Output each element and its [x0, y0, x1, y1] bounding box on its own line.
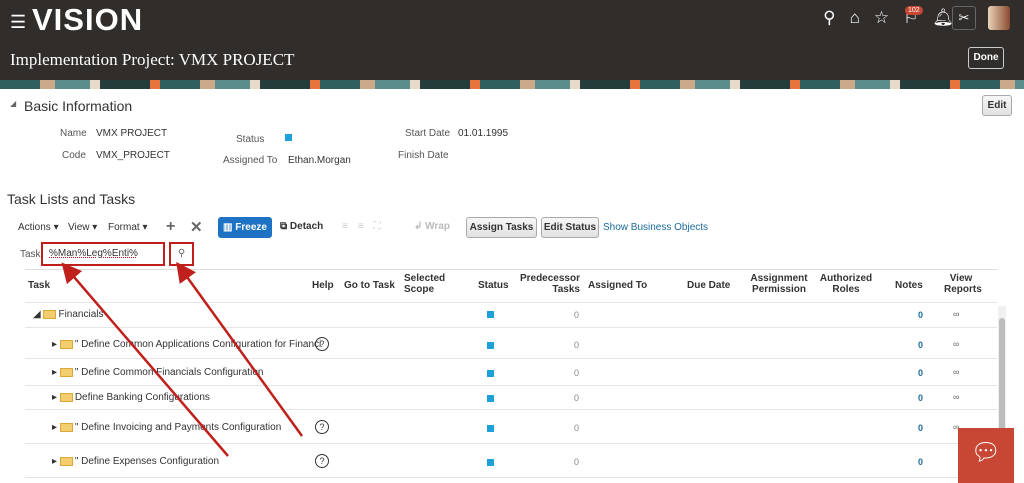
annotation-arrows: [61, 261, 304, 457]
annotation-arrow: [176, 261, 304, 437]
annotation-arrow: [61, 262, 229, 457]
